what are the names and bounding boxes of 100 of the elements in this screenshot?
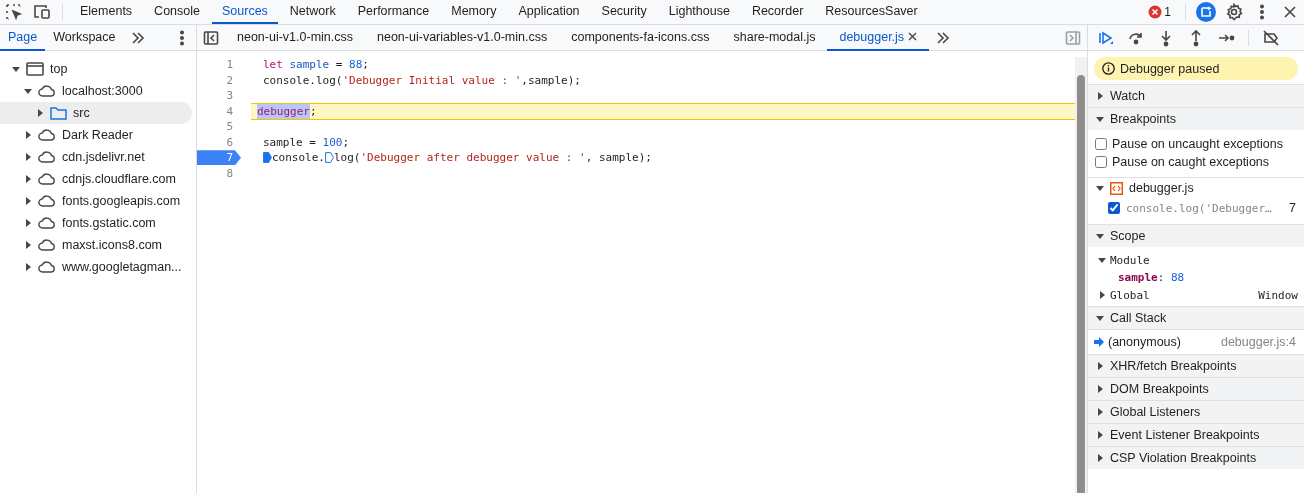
collapsed-arrow-icon[interactable] — [36, 109, 44, 117]
tree-item[interactable]: fonts.gstatic.com — [0, 212, 192, 234]
breakpoint-file: debugger.js — [1129, 181, 1194, 195]
section-header[interactable]: DOM Breakpoints — [1088, 377, 1304, 400]
section-header[interactable]: Watch — [1088, 84, 1304, 107]
cloud-icon — [38, 261, 56, 273]
device-toolbar-icon[interactable] — [33, 3, 51, 21]
line-number: 3 — [225, 88, 234, 104]
tree-item-label: localhost:3000 — [62, 84, 143, 98]
folder-icon — [50, 106, 67, 120]
section-header[interactable]: Scope — [1088, 224, 1304, 247]
panel-tab[interactable]: Console — [144, 0, 210, 24]
expanded-arrow-icon[interactable] — [1096, 314, 1104, 322]
panel-tab[interactable]: ResourcesSaver — [815, 0, 928, 24]
navigator-tab[interactable]: Workspace — [45, 24, 124, 51]
checkbox[interactable] — [1095, 138, 1107, 150]
section-header[interactable]: XHR/fetch Breakpoints — [1088, 354, 1304, 377]
tree-item[interactable]: maxst.icons8.com — [0, 234, 192, 256]
section-header[interactable]: CSP Violation Breakpoints — [1088, 446, 1304, 469]
file-tab[interactable]: share-modal.js — [721, 24, 828, 51]
scope-name: Module — [1110, 253, 1151, 267]
expanded-arrow-icon[interactable] — [12, 65, 20, 73]
section-header[interactable]: Breakpoints — [1088, 107, 1304, 130]
toggle-debugger-icon[interactable] — [1064, 28, 1082, 47]
close-icon[interactable] — [908, 32, 918, 41]
collapsed-arrow-icon[interactable] — [24, 153, 32, 161]
deactivate-breakpoints-icon[interactable] — [1262, 28, 1280, 47]
tree-item-label: cdn.jsdelivr.net — [62, 150, 145, 164]
tree-item[interactable]: fonts.googleapis.com — [0, 190, 192, 212]
frame-location: debugger.js:4 — [1220, 335, 1296, 349]
section-title: XHR/fetch Breakpoints — [1110, 359, 1237, 373]
section-title: Call Stack — [1110, 311, 1167, 325]
tree-item[interactable]: Dark Reader — [0, 124, 192, 146]
collapsed-arrow-icon[interactable] — [1096, 385, 1104, 393]
tree-item[interactable]: localhost:3000 — [0, 80, 192, 102]
scrollbar-thumb[interactable] — [1077, 75, 1085, 493]
collapsed-arrow-icon[interactable] — [24, 131, 32, 139]
collapsed-arrow-icon[interactable] — [24, 175, 32, 183]
collapsed-arrow-icon[interactable] — [24, 241, 32, 249]
collapsed-arrow-icon[interactable] — [24, 219, 32, 227]
section-header[interactable]: Event Listener Breakpoints — [1088, 423, 1304, 446]
collapsed-arrow-icon[interactable] — [1096, 362, 1104, 370]
panel-tab[interactable]: Elements — [70, 0, 143, 24]
panel-tab[interactable]: Memory — [441, 0, 507, 24]
tree-item[interactable]: cdn.jsdelivr.net — [0, 146, 192, 168]
line-number: 4 — [225, 103, 234, 119]
panel-tab[interactable]: Performance — [347, 0, 440, 24]
toggle-navigator-icon[interactable] — [202, 28, 220, 47]
tree-item[interactable]: cdnjs.cloudflare.com — [0, 168, 192, 190]
checkbox[interactable] — [1095, 156, 1107, 168]
inline-breakpoint-icon[interactable] — [325, 152, 334, 164]
panel-tab[interactable]: Lighthouse — [658, 0, 740, 24]
navigator-tab[interactable]: Page — [0, 24, 46, 51]
panel-tab[interactable]: Application — [508, 0, 590, 24]
tree-item-label: fonts.googleapis.com — [62, 194, 181, 208]
expanded-arrow-icon[interactable] — [1096, 115, 1104, 123]
collapsed-arrow-icon[interactable] — [1096, 454, 1104, 462]
section-title: Event Listener Breakpoints — [1110, 428, 1260, 442]
scope-value: Window — [1258, 288, 1298, 302]
file-tab[interactable]: neon-ui-v1.0-min.css — [225, 24, 365, 51]
inline-breakpoint-icon[interactable] — [263, 152, 272, 164]
panel-tab[interactable]: Recorder — [741, 0, 814, 24]
section-title: DOM Breakpoints — [1110, 382, 1209, 396]
collapsed-arrow-icon[interactable] — [1096, 92, 1104, 100]
breakpoint-code: console.log('Debugger… — [1126, 201, 1273, 215]
cloud-icon — [38, 217, 56, 229]
tree-item[interactable]: top — [0, 58, 192, 80]
assistant-icon[interactable] — [1196, 2, 1216, 22]
panel-tab[interactable]: Network — [279, 0, 346, 24]
section-header[interactable]: Global Listeners — [1088, 400, 1304, 423]
expanded-arrow-icon[interactable] — [24, 87, 32, 95]
file-tab[interactable]: neon-ui-variables-v1.0-min.css — [365, 24, 560, 51]
error-counter[interactable]: 1 — [1148, 5, 1171, 19]
collapsed-arrow-icon[interactable] — [1096, 408, 1104, 416]
tree-item[interactable]: www.googletagman... — [0, 256, 192, 278]
settings-icon[interactable] — [1225, 3, 1243, 21]
collapsed-arrow-icon[interactable] — [24, 197, 32, 205]
variable-entry: sample: 88 — [1118, 271, 1185, 284]
cloud-icon — [38, 239, 56, 251]
tree-item-label: cdnjs.cloudflare.com — [62, 172, 176, 186]
collapsed-arrow-icon[interactable] — [1096, 431, 1104, 439]
collapsed-arrow-icon[interactable] — [24, 263, 32, 271]
expanded-arrow-icon[interactable] — [1096, 232, 1104, 240]
section-header[interactable]: Call Stack — [1088, 306, 1304, 329]
code-line: sample = 100; — [262, 134, 351, 150]
tree-item[interactable]: src — [0, 102, 192, 124]
collapsed-arrow-icon[interactable] — [1098, 291, 1106, 299]
expanded-arrow-icon[interactable] — [1096, 184, 1104, 192]
cloud-icon — [38, 85, 56, 97]
line-number: 1 — [225, 57, 234, 73]
code-line: console.log('Debugger Initial value : ',sample); — [262, 72, 582, 88]
tree-item-label: top — [50, 62, 68, 76]
inspect-element-icon[interactable] — [5, 3, 23, 21]
cloud-icon — [38, 129, 56, 141]
section-title: Global Listeners — [1110, 405, 1201, 419]
panel-tab[interactable]: Security — [591, 0, 657, 24]
file-tab[interactable]: debugger.js — [827, 24, 930, 51]
expanded-arrow-icon[interactable] — [1098, 256, 1106, 264]
file-tab[interactable]: components-fa-icons.css — [559, 24, 722, 51]
checkbox[interactable] — [1108, 202, 1120, 214]
